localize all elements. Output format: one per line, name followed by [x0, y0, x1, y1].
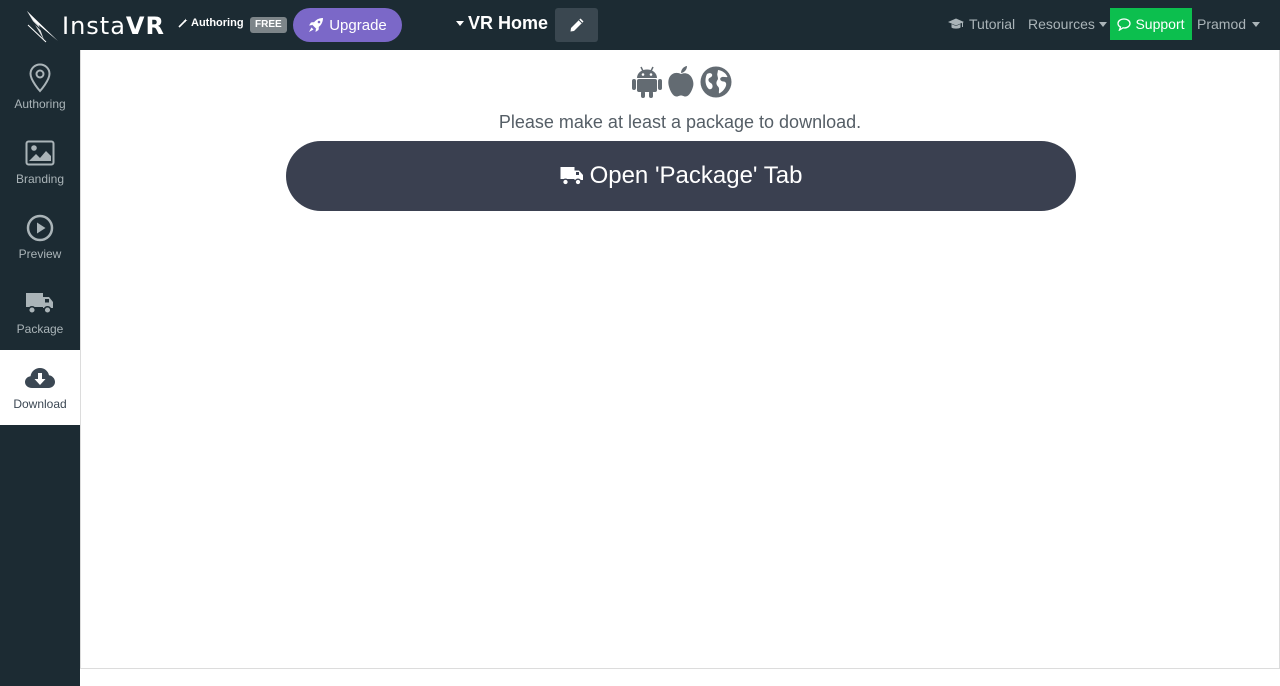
- truck-icon: [560, 167, 583, 186]
- sidebar-item-authoring[interactable]: Authoring: [0, 50, 80, 125]
- no-package-message: Please make at least a package to downlo…: [498, 112, 862, 132]
- edit-project-button[interactable]: [555, 8, 598, 42]
- chevron-down-icon: [1252, 21, 1261, 27]
- support-button[interactable]: Support: [1110, 8, 1192, 40]
- truck-icon: [26, 293, 53, 315]
- upgrade-label: Upgrade: [329, 16, 387, 34]
- map-pin-icon: [29, 63, 51, 93]
- open-package-tab-button[interactable]: Open 'Package' Tab: [286, 141, 1076, 211]
- resources-dropdown[interactable]: Resources: [1028, 16, 1107, 32]
- sidebar-item-label: Branding: [15, 172, 65, 186]
- sidebar-item-package[interactable]: Package: [0, 275, 80, 350]
- sidebar-item-label: Preview: [18, 247, 62, 261]
- resources-label: Resources: [1028, 16, 1095, 32]
- logo-mark-icon: [27, 11, 58, 43]
- graduation-cap-icon: [948, 18, 964, 29]
- rocket-icon: [309, 18, 324, 32]
- magic-wand-icon: [178, 18, 188, 28]
- sidebar-item-download[interactable]: Download: [0, 350, 80, 425]
- cloud-download-icon: [25, 368, 55, 388]
- mode-label: Authoring: [191, 17, 244, 29]
- support-label: Support: [1135, 16, 1185, 32]
- chat-bubble-icon: [1117, 17, 1132, 31]
- play-circle-icon: [26, 214, 54, 242]
- sidebar-item-label: Package: [16, 322, 64, 336]
- mode-indicator: Authoring: [178, 17, 244, 29]
- project-selector[interactable]: VR Home: [456, 13, 548, 34]
- sidebar-item-label: Download: [13, 397, 67, 411]
- upgrade-button[interactable]: Upgrade: [293, 8, 402, 42]
- sidebar: Authoring Branding Preview Package Downl…: [0, 50, 80, 686]
- globe-icon: [700, 66, 732, 98]
- instavr-logo[interactable]: InstaVR: [26, 8, 165, 44]
- plan-badge: FREE: [250, 17, 287, 33]
- chevron-down-icon: [456, 21, 464, 26]
- image-icon: [25, 140, 55, 166]
- logo-text: InstaVR: [62, 12, 165, 40]
- sidebar-item-preview[interactable]: Preview: [0, 200, 80, 275]
- platform-icons: [631, 65, 733, 99]
- top-navbar: InstaVR Authoring FREE Upgrade VR Home T…: [0, 0, 1280, 50]
- open-package-label: Open 'Package' Tab: [589, 162, 803, 189]
- pencil-icon: [570, 18, 583, 32]
- project-name: VR Home: [468, 13, 549, 33]
- main-content: Please make at least a package to downlo…: [80, 50, 1280, 669]
- user-menu[interactable]: Pramod: [1197, 16, 1261, 32]
- sidebar-item-branding[interactable]: Branding: [0, 125, 80, 200]
- chevron-down-icon: [1098, 21, 1107, 27]
- user-name: Pramod: [1197, 16, 1247, 32]
- apple-icon: [668, 66, 694, 97]
- sidebar-item-label: Authoring: [14, 97, 66, 111]
- tutorial-label: Tutorial: [969, 16, 1016, 32]
- android-icon: [632, 66, 662, 98]
- tutorial-link[interactable]: Tutorial: [948, 16, 1015, 32]
